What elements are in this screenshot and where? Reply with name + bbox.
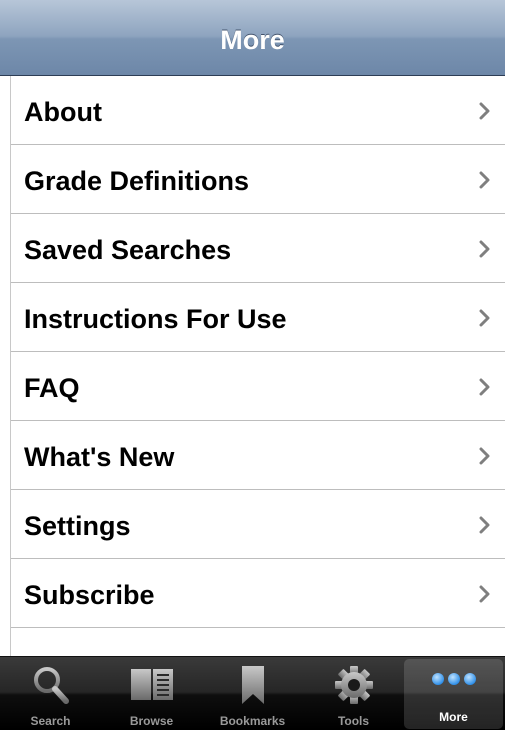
chevron-right-icon xyxy=(479,585,490,603)
list-item-label: Subscribe xyxy=(24,580,155,610)
list-item-label: About xyxy=(24,97,102,127)
tab-browse[interactable]: Browse xyxy=(101,657,202,730)
list-item-saved-searches[interactable]: Saved Searches xyxy=(11,214,505,283)
list-item-label: Settings xyxy=(24,511,131,541)
chevron-right-icon xyxy=(479,102,490,120)
list-item-faq[interactable]: FAQ xyxy=(11,352,505,421)
chevron-right-icon xyxy=(479,378,490,396)
list-item-label: Saved Searches xyxy=(24,235,232,265)
list-item-label: Instructions For Use xyxy=(24,304,287,334)
tab-label: Browse xyxy=(129,714,174,728)
chevron-right-icon xyxy=(479,516,490,534)
list-item-settings[interactable]: Settings xyxy=(11,490,505,559)
list-item-subscribe[interactable]: Subscribe xyxy=(11,559,505,628)
screen: More About Grade Definitions Saved Searc… xyxy=(0,0,505,730)
navigation-bar: More xyxy=(0,0,505,76)
tab-label: Bookmarks xyxy=(219,714,286,728)
list-item-instructions-for-use[interactable]: Instructions For Use xyxy=(11,283,505,352)
tab-bar: Search Browse Bookmarks Tools More xyxy=(0,656,505,730)
tab-label: Tools xyxy=(337,714,370,728)
list-item-label: FAQ xyxy=(24,373,80,403)
more-menu-list[interactable]: About Grade Definitions Saved Searches I… xyxy=(10,76,505,656)
list-item-about[interactable]: About xyxy=(11,76,505,145)
tab-bookmarks[interactable]: Bookmarks xyxy=(202,657,303,730)
more-dots-icon xyxy=(431,673,476,685)
tab-tools[interactable]: Tools xyxy=(303,657,404,730)
book-icon xyxy=(130,669,173,700)
gear-icon xyxy=(334,666,373,704)
chevron-right-icon xyxy=(479,309,490,327)
list-item-whats-new[interactable]: What's New xyxy=(11,421,505,490)
bookmark-icon xyxy=(241,666,264,704)
chevron-right-icon xyxy=(479,171,490,189)
list-item-label: Grade Definitions xyxy=(24,166,250,196)
list-item-label: What's New xyxy=(24,442,175,472)
tab-label: More xyxy=(439,710,468,724)
tab-search[interactable]: Search xyxy=(0,657,101,730)
list-item-grade-definitions[interactable]: Grade Definitions xyxy=(11,145,505,214)
search-icon xyxy=(33,667,69,704)
tab-more[interactable]: More xyxy=(404,659,503,729)
page-title: More xyxy=(220,25,285,55)
chevron-right-icon xyxy=(479,447,490,465)
chevron-right-icon xyxy=(479,240,490,258)
tab-label: Search xyxy=(30,714,71,728)
